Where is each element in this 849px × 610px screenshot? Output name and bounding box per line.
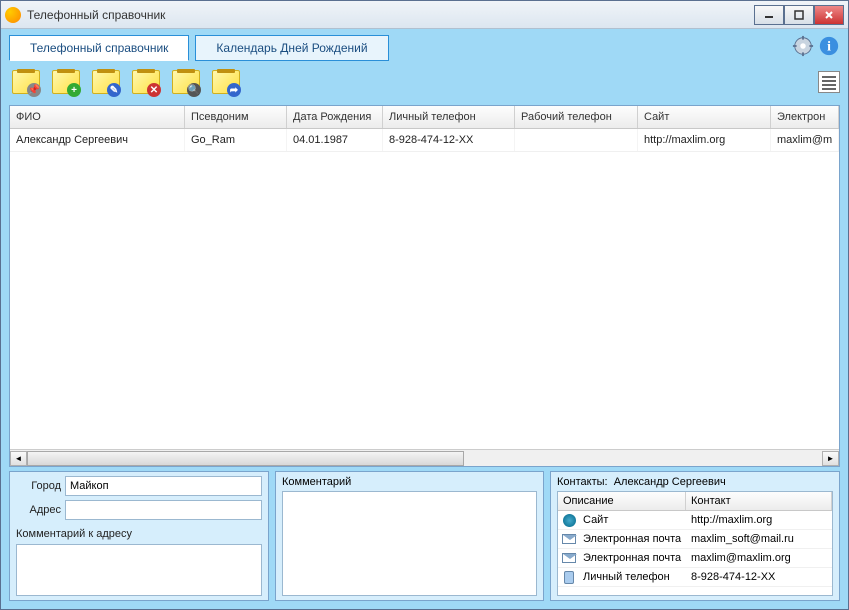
contacts-panel: Контакты: Александр Сергеевич Описание К… [550, 471, 840, 601]
contacts-title: Контакты: Александр Сергеевич [557, 476, 833, 488]
settings-icon[interactable] [792, 35, 814, 57]
ct-val: maxlim@maxlim.org [688, 551, 832, 565]
addr-comment-label: Комментарий к адресу [16, 528, 262, 540]
city-input[interactable] [65, 476, 262, 496]
contacts-row[interactable]: Сайтhttp://maxlim.org [558, 511, 832, 530]
tabs: Телефонный справочник Календарь Дней Рож… [9, 35, 389, 61]
contacts-table-body: Сайтhttp://maxlim.orgЭлектронная почтаma… [558, 511, 832, 587]
toolbar-add-button[interactable]: + [49, 65, 83, 99]
contacts-table: Описание Контакт Сайтhttp://maxlim.orgЭл… [557, 491, 833, 596]
table-body[interactable]: Александр Сергеевич Go_Ram 04.01.1987 8-… [10, 129, 839, 449]
globe-icon [561, 513, 577, 527]
maximize-button[interactable] [784, 5, 814, 25]
mail-icon [561, 551, 577, 565]
list-view-icon[interactable] [818, 71, 840, 93]
toolbar: 📌 + ✎ ✕ 🔍 ➦ [1, 65, 848, 105]
comment-textarea[interactable] [282, 491, 537, 596]
cell-pphone: 8-928-474-12-XX [383, 129, 515, 151]
col-header-fio[interactable]: ФИО [10, 106, 185, 128]
toolbar-pin-button[interactable]: 📌 [9, 65, 43, 99]
toolbar-export-button[interactable]: ➦ [209, 65, 243, 99]
tab-phonebook[interactable]: Телефонный справочник [9, 35, 189, 61]
cell-fio: Александр Сергеевич [10, 129, 185, 151]
col-header-site[interactable]: Сайт [638, 106, 771, 128]
minimize-button[interactable] [754, 5, 784, 25]
ct-desc: Личный телефон [580, 570, 688, 584]
toolbar-search-button[interactable]: 🔍 [169, 65, 203, 99]
info-icon[interactable]: i [818, 35, 840, 57]
col-header-nick[interactable]: Псевдоним [185, 106, 287, 128]
main-table: ФИО Псевдоним Дата Рождения Личный телеф… [9, 105, 840, 467]
ct-desc: Электронная почта [580, 532, 688, 546]
col-header-pphone[interactable]: Личный телефон [383, 106, 515, 128]
col-header-email[interactable]: Электрон [771, 106, 839, 128]
top-bar: Телефонный справочник Календарь Дней Рож… [1, 29, 848, 65]
cell-email: maxlim@m [771, 129, 839, 151]
table-header: ФИО Псевдоним Дата Рождения Личный телеф… [10, 106, 839, 129]
scroll-left-arrow[interactable]: ◄ [10, 451, 27, 466]
address-label: Адрес [16, 504, 61, 516]
contacts-table-header: Описание Контакт [558, 492, 832, 511]
tab-calendar[interactable]: Календарь Дней Рождений [195, 35, 388, 61]
main-window: Телефонный справочник Телефонный справоч… [0, 0, 849, 610]
ct-val: maxlim_soft@mail.ru [688, 532, 832, 546]
address-input[interactable] [65, 500, 262, 520]
ct-desc: Сайт [580, 513, 688, 527]
titlebar[interactable]: Телефонный справочник [1, 1, 848, 29]
scroll-track[interactable] [27, 451, 822, 466]
ct-col-val[interactable]: Контакт [686, 492, 832, 510]
cell-nick: Go_Ram [185, 129, 287, 151]
contacts-row[interactable]: Электронная почтаmaxlim_soft@mail.ru [558, 530, 832, 549]
col-header-wphone[interactable]: Рабочий телефон [515, 106, 638, 128]
svg-text:i: i [827, 39, 831, 54]
scroll-thumb[interactable] [27, 451, 464, 466]
window-title: Телефонный справочник [27, 8, 754, 22]
content-area: ФИО Псевдоним Дата Рождения Личный телеф… [1, 105, 848, 609]
cell-site: http://maxlim.org [638, 129, 771, 151]
cell-wphone [515, 129, 638, 151]
mail-icon [561, 532, 577, 546]
ct-desc: Электронная почта [580, 551, 688, 565]
cell-dob: 04.01.1987 [287, 129, 383, 151]
corner-icons: i [792, 35, 840, 57]
toolbar-delete-button[interactable]: ✕ [129, 65, 163, 99]
toolbar-edit-button[interactable]: ✎ [89, 65, 123, 99]
ct-col-desc[interactable]: Описание [558, 492, 686, 510]
app-icon [5, 7, 21, 23]
addr-comment-textarea[interactable] [16, 544, 262, 596]
ct-val: http://maxlim.org [688, 513, 832, 527]
scroll-right-arrow[interactable]: ► [822, 451, 839, 466]
contacts-name: Александр Сергеевич [614, 476, 726, 488]
table-row[interactable]: Александр Сергеевич Go_Ram 04.01.1987 8-… [10, 129, 839, 152]
address-panel: Город Адрес Комментарий к адресу [9, 471, 269, 601]
contacts-prefix: Контакты: [557, 476, 608, 488]
horizontal-scrollbar[interactable]: ◄ ► [10, 449, 839, 466]
col-header-dob[interactable]: Дата Рождения [287, 106, 383, 128]
comment-panel: Комментарий [275, 471, 544, 601]
contacts-row[interactable]: Личный телефон8-928-474-12-XX [558, 568, 832, 587]
phone-icon [561, 570, 577, 584]
comment-label: Комментарий [282, 476, 537, 488]
contacts-row[interactable]: Электронная почтаmaxlim@maxlim.org [558, 549, 832, 568]
bottom-panels: Город Адрес Комментарий к адресу Коммент… [9, 471, 840, 601]
ct-val: 8-928-474-12-XX [688, 570, 832, 584]
close-button[interactable] [814, 5, 844, 25]
window-buttons [754, 5, 844, 25]
city-label: Город [16, 480, 61, 492]
